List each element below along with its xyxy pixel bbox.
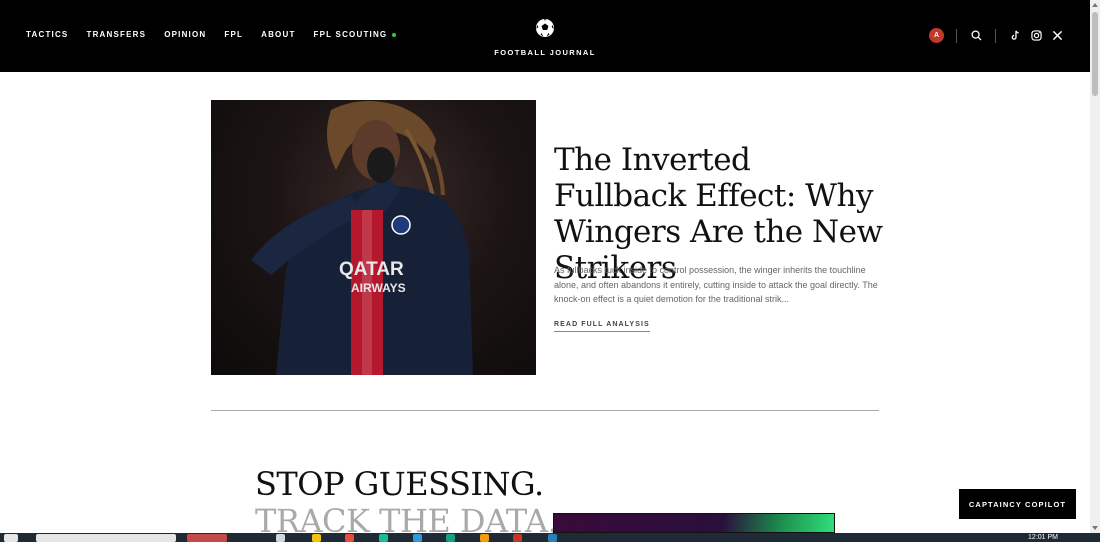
football-logo-icon — [536, 19, 554, 37]
promo-headline-line1: STOP GUESSING. — [255, 465, 544, 503]
promo-card-image[interactable] — [553, 513, 835, 533]
divider — [995, 28, 996, 43]
taskbar-app-icon[interactable] — [446, 534, 455, 542]
taskbar-app-icon[interactable] — [345, 534, 354, 542]
user-avatar[interactable]: A — [929, 28, 944, 43]
scroll-down-icon[interactable] — [1092, 526, 1098, 530]
nav-fpl[interactable]: FPL — [224, 30, 243, 39]
taskbar-app-icon[interactable] — [312, 534, 321, 542]
taskbar-clock[interactable]: 12:01 PM — [1028, 533, 1058, 542]
search-box-icon[interactable] — [36, 534, 176, 542]
hero-article-excerpt: As fullbacks tuck inside to control poss… — [554, 265, 878, 304]
hero-article-image[interactable]: QATAR AIRWAYS — [211, 100, 536, 375]
read-full-analysis-link[interactable]: READ FULL ANALYSIS — [554, 321, 650, 332]
taskbar-app-icon[interactable] — [513, 534, 522, 542]
header-actions: A — [929, 28, 1064, 43]
taskbar-app-icon[interactable] — [480, 534, 489, 542]
search-icon[interactable] — [969, 29, 983, 43]
nav-fpl-scouting-label: FPL SCOUTING — [313, 30, 388, 39]
nav-about[interactable]: ABOUT — [261, 30, 295, 39]
site-header: TACTICS TRANSFERS OPINION FPL ABOUT FPL … — [0, 0, 1090, 72]
live-dot-icon — [392, 32, 397, 37]
player-photo: QATAR AIRWAYS — [251, 101, 473, 375]
jersey-sponsor-line2: AIRWAYS — [351, 281, 406, 295]
nav-tactics[interactable]: TACTICS — [26, 30, 68, 39]
captaincy-copilot-button[interactable]: CAPTAINCY COPILOT — [959, 489, 1076, 519]
nav-opinion[interactable]: OPINION — [164, 30, 206, 39]
divider — [956, 28, 957, 43]
page-scrollbar[interactable] — [1090, 0, 1100, 533]
scrollbar-thumb[interactable] — [1092, 12, 1098, 96]
tiktok-icon[interactable] — [1008, 29, 1022, 43]
taskbar-app-icon[interactable] — [276, 534, 285, 542]
taskbar-app-icon[interactable] — [379, 534, 388, 542]
main-nav: TACTICS TRANSFERS OPINION FPL ABOUT FPL … — [26, 30, 414, 39]
scroll-up-icon[interactable] — [1092, 3, 1098, 7]
brand-name: FOOTBALL JOURNAL — [494, 48, 596, 57]
taskbar-app-icon[interactable] — [548, 534, 557, 542]
instagram-icon[interactable] — [1029, 29, 1043, 43]
nav-fpl-scouting[interactable]: FPL SCOUTING — [314, 30, 397, 39]
site-logo[interactable]: FOOTBALL JOURNAL — [490, 18, 600, 57]
os-taskbar: 12:01 PM — [0, 533, 1100, 542]
section-divider — [211, 410, 879, 411]
start-icon[interactable] — [4, 534, 18, 542]
nav-transfers[interactable]: TRANSFERS — [86, 30, 146, 39]
jersey-sponsor-line1: QATAR — [339, 259, 404, 280]
taskbar-app-icon[interactable] — [187, 534, 227, 542]
x-twitter-icon[interactable] — [1050, 29, 1064, 43]
taskbar-app-icon[interactable] — [413, 534, 422, 542]
